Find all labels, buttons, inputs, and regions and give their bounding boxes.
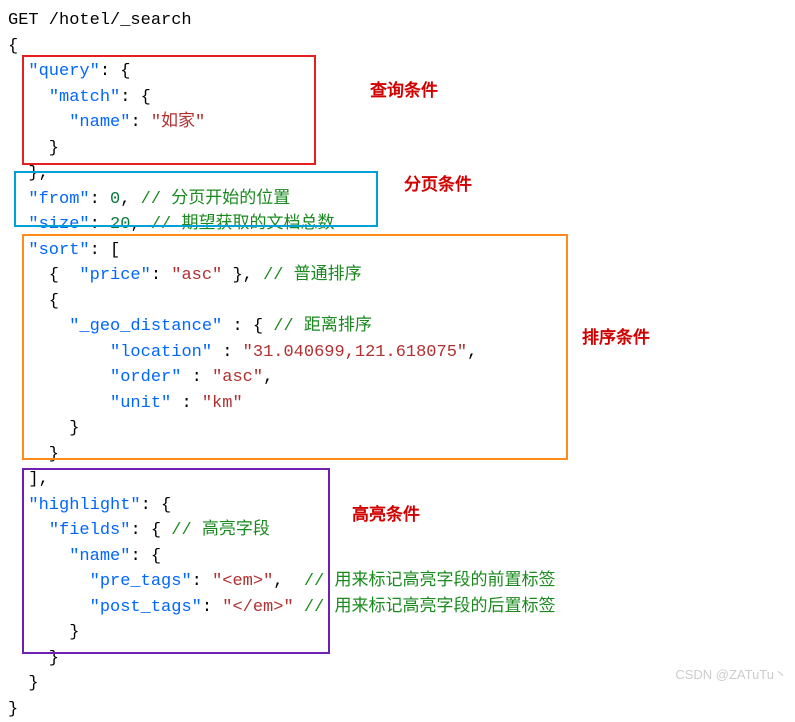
request-line: GET /hotel/_search: [8, 11, 192, 30]
label-page: 分页条件: [404, 172, 472, 198]
label-hl: 高亮条件: [352, 502, 420, 528]
sort-box: [22, 234, 568, 460]
highlight-box: [22, 468, 330, 654]
query-box: [22, 55, 316, 165]
watermark: CSDN @ZATuTu丶: [675, 665, 787, 685]
label-sort: 排序条件: [582, 325, 650, 351]
pagination-box: [14, 171, 378, 227]
label-query: 查询条件: [370, 78, 438, 104]
